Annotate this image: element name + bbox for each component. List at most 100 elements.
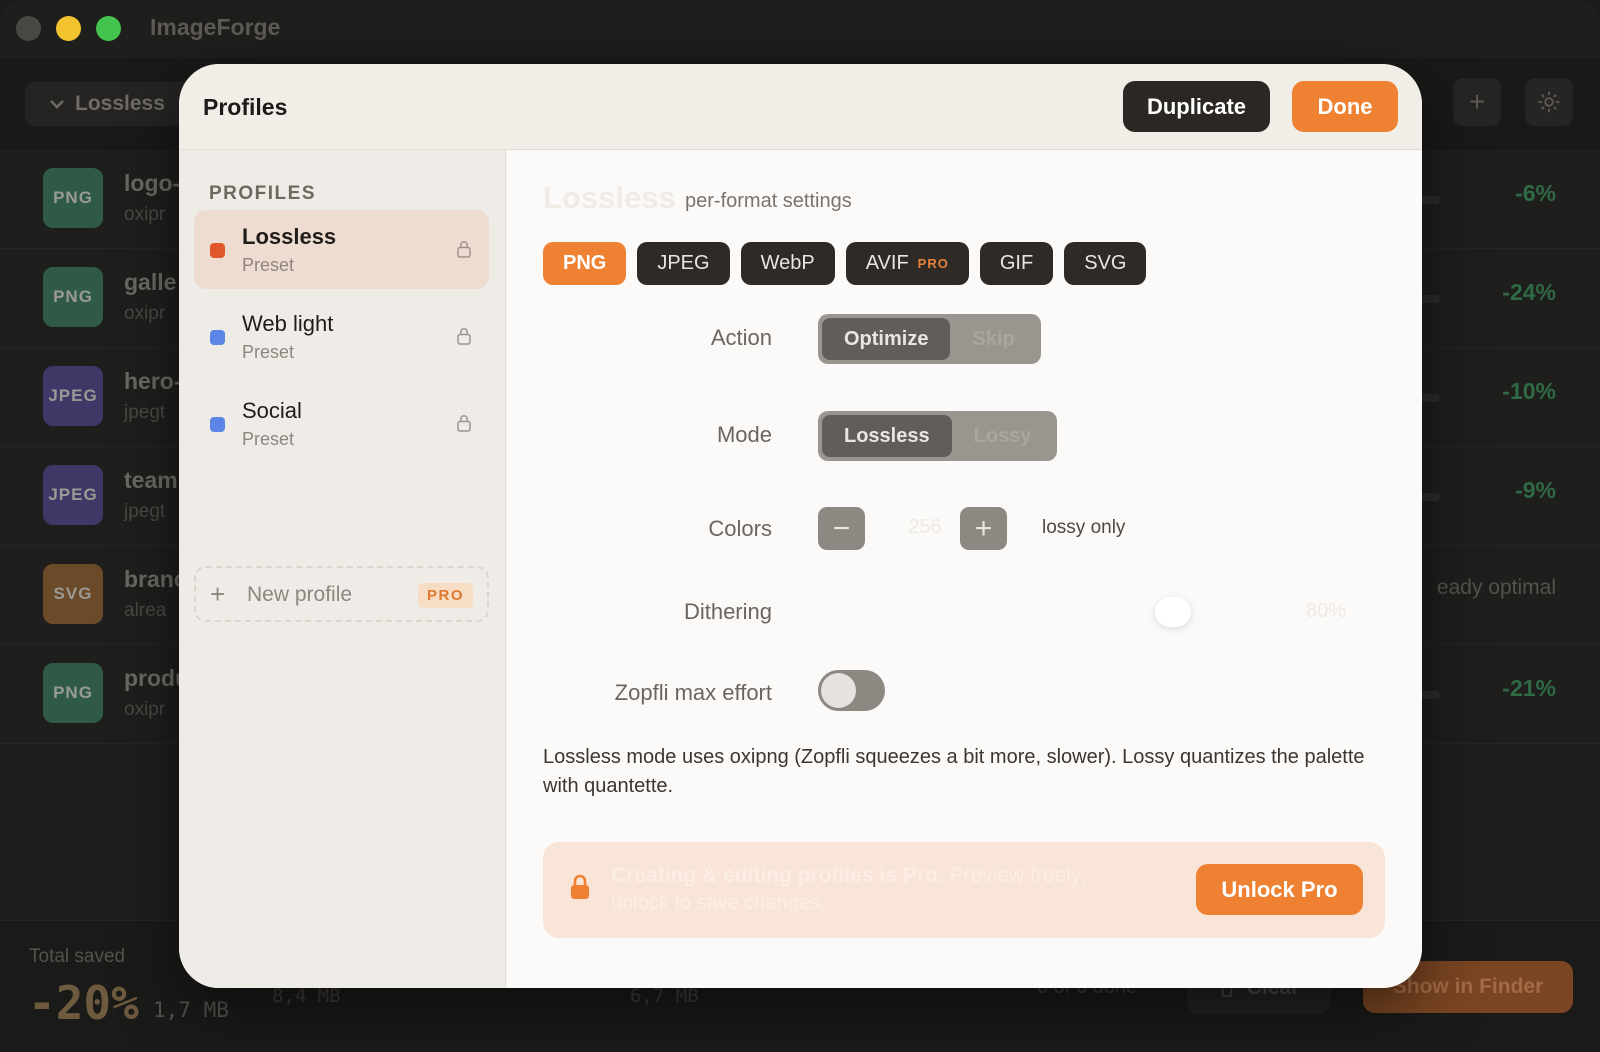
format-tabs: PNG JPEG WebP AVIF PRO GIF SVG [543,242,1147,285]
file-name: galle [124,269,177,295]
title-bar: ImageForge [0,0,1600,58]
total-saved-label: Total saved [29,946,126,967]
file-tool: oxipr [124,699,166,720]
file-type-badge: JPEG [43,465,103,525]
tab-webp[interactable]: WebP [740,242,835,285]
tab-label: SVG [1084,252,1127,274]
profile-name: Social [242,398,302,423]
toggle-knob [821,673,856,708]
plus-icon: + [1468,86,1486,117]
sidebar-heading: PROFILES [209,183,317,204]
file-result: -24% [1502,279,1556,305]
mode-label: Mode [716,422,772,447]
profile-name: Web light [242,311,334,336]
mode-option-lossless[interactable]: Lossless [822,415,952,457]
file-name: team [124,467,178,493]
dithering-label: Dithering [683,599,772,624]
file-result: -21% [1502,675,1556,701]
chevron-down-icon [50,100,64,109]
profile-type: Preset [242,255,295,275]
profiles-dialog: Profiles Duplicate Done PROFILES Lossles… [179,64,1422,988]
mode-description: Lossless mode uses oxipng (Zopfli squeez… [543,746,1365,797]
before-size: 8,4 MB [272,985,341,1007]
colors-label: Colors [708,516,772,541]
action-segmented-control[interactable]: Optimize Skip [818,314,1041,364]
profile-color-dot [210,243,225,258]
profile-color-dot [210,417,225,432]
after-size: 6,7 MB [630,985,699,1007]
minimize-window-button[interactable] [56,16,81,41]
tab-label: JPEG [657,252,710,274]
close-window-button[interactable] [16,16,41,41]
plus-icon: + [210,579,226,609]
profile-item[interactable]: Social Preset [194,384,489,463]
profile-item[interactable]: Lossless Preset [194,210,489,289]
upsell-title-rest: Preview freely; [949,864,1088,887]
lock-icon [571,874,589,899]
file-name: logo- [124,170,181,196]
profile-settings-panel: Lossless per-format settings PNG JPEG WebP… [507,150,1422,988]
action-option-skip[interactable]: Skip [950,318,1036,360]
profile-dropdown-label: Lossless [75,92,165,115]
done-button[interactable]: Done [1292,81,1398,132]
dithering-slider-thumb[interactable] [1155,597,1191,627]
file-name: branc [124,566,187,592]
gear-icon [1538,91,1560,113]
action-label: Action [710,325,772,350]
mode-segmented-control[interactable]: Lossless Lossy [818,411,1058,461]
file-result: -10% [1502,378,1556,404]
duplicate-button[interactable]: Duplicate [1123,81,1270,132]
new-profile-button[interactable]: + New profile PRO [194,566,489,622]
file-type-badge: PNG [43,663,103,723]
upsell-title-strong: Creating & editing profiles is Pro. [611,864,944,887]
app-title: ImageForge [150,14,281,40]
new-profile-label: New profile [247,583,353,606]
dialog-title: Profiles [203,94,288,120]
file-tool: oxipr [124,204,166,225]
file-result: eady optimal [1436,576,1556,599]
add-files-button[interactable]: + [1453,78,1501,126]
tab-label: PNG [563,252,607,274]
tab-label: AVIF [865,252,909,274]
file-tool: jpegt [124,402,166,423]
dithering-value: 80% [1306,600,1347,622]
file-result: -9% [1515,477,1556,503]
file-tool: jpegt [124,501,166,522]
colors-stepper: − 256 + lossy only [818,507,1218,551]
profile-subtitle: per-format settings [685,190,852,212]
settings-button[interactable] [1525,78,1573,126]
tab-svg[interactable]: SVG [1064,242,1147,285]
colors-value[interactable]: 256 [890,516,960,539]
tab-gif[interactable]: GIF [979,242,1054,285]
profile-type: Preset [242,429,295,449]
upsell-title: Creating & editing profiles is Pro. Prev… [611,864,1087,888]
profile-item[interactable]: Web light Preset [194,297,489,376]
unlock-pro-button[interactable]: Unlock Pro [1196,864,1363,915]
pro-badge: PRO [917,256,949,271]
tab-label: GIF [999,252,1034,274]
tab-png[interactable]: PNG [543,242,627,285]
file-tool: alrea [124,600,167,621]
lock-icon [457,328,471,345]
file-type-badge: SVG [43,564,103,624]
tab-jpeg[interactable]: JPEG [637,242,730,285]
lock-icon [457,415,471,432]
tab-avif[interactable]: AVIF PRO [845,242,969,285]
colors-decrement-button[interactable]: − [818,507,865,550]
dithering-slider-track[interactable] [818,612,1278,616]
file-type-badge: JPEG [43,366,103,426]
total-saved-size: 1,7 MB [153,998,229,1022]
file-type-badge: PNG [43,267,103,327]
action-option-optimize[interactable]: Optimize [822,318,951,360]
file-tool: oxipr [124,303,166,324]
mode-option-lossy[interactable]: Lossy [952,415,1054,457]
upsell-subtitle: unlock to save changes. [611,892,826,914]
profile-name-title: Lossless [543,180,676,215]
zopfli-toggle[interactable] [818,670,885,711]
pro-badge: PRO [417,583,473,608]
file-type-badge: PNG [43,168,103,228]
zoom-window-button[interactable] [96,16,121,41]
dialog-header: Profiles Duplicate Done [179,64,1422,150]
total-saved-percent: -20% [28,976,139,1030]
colors-increment-button[interactable]: + [960,507,1007,550]
